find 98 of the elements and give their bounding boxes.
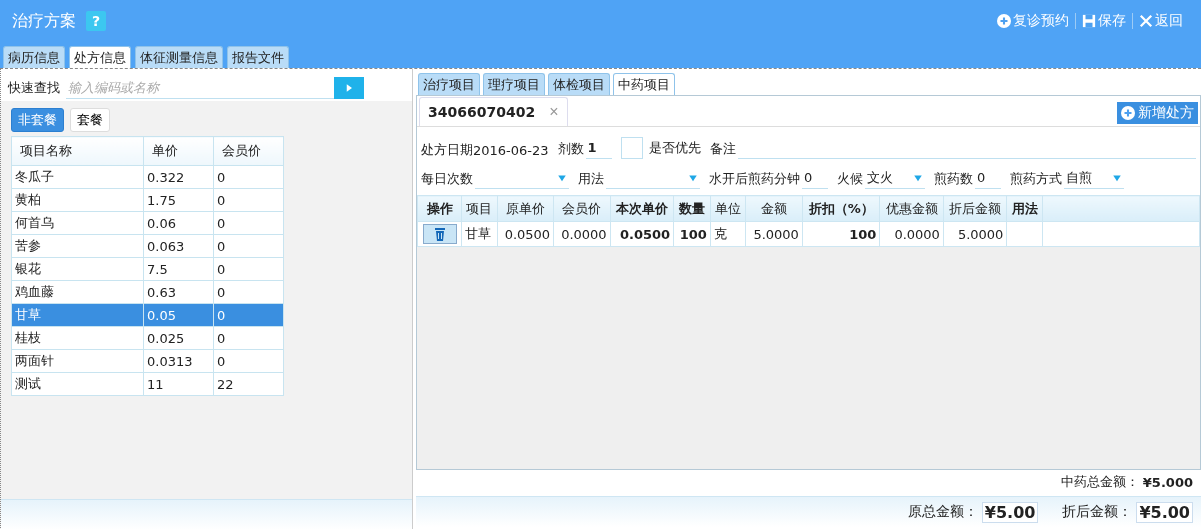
total-label: 中药总金额： — [1060, 473, 1139, 491]
table-cell[interactable]: 22 — [213, 372, 284, 396]
field-label: 煎药方式 — [1010, 169, 1062, 188]
table-cell: 100 — [802, 221, 880, 247]
column-header: 折扣（%） — [802, 195, 880, 222]
tab[interactable]: 体检项目 — [548, 73, 610, 95]
column-header: 会员价 — [213, 136, 284, 166]
table-cell[interactable]: 测试 — [11, 372, 144, 396]
column-header: 用法 — [1006, 195, 1043, 222]
table-cell[interactable]: 0 — [213, 326, 284, 350]
search-button[interactable] — [334, 77, 364, 99]
window-title: 治疗方案 — [12, 10, 76, 32]
table-cell: 5.0000 — [943, 221, 1007, 247]
field-label: 处方日期 — [421, 141, 473, 159]
tab[interactable]: 治疗项目 — [418, 73, 480, 95]
prescription-tab[interactable]: 34066070402 — [428, 104, 536, 120]
input-field[interactable]: 0 — [975, 168, 1001, 189]
table-cell[interactable]: 两面针 — [11, 349, 144, 373]
search-field[interactable]: 输入编码或名称 — [66, 77, 334, 99]
close-icon — [1139, 14, 1153, 28]
field-label: 煎药数 — [934, 169, 973, 188]
column-header: 优惠金额 — [879, 195, 944, 222]
table-cell: 0.0500 — [610, 221, 674, 247]
table-cell[interactable]: 鸡血藤 — [11, 280, 144, 304]
table-cell[interactable]: 0.063 — [143, 234, 214, 258]
table-cell[interactable]: 0.322 — [143, 165, 214, 189]
column-header: 数量 — [673, 195, 711, 222]
column-header: 金额 — [745, 195, 803, 222]
tab[interactable]: 处方信息 — [69, 46, 131, 68]
field-label: 备注 — [709, 139, 736, 158]
column-header: 项目名称 — [11, 136, 144, 166]
column-header: 项目 — [461, 195, 498, 222]
total-value: ¥5.000 — [1142, 474, 1193, 490]
column-header: 会员价 — [553, 195, 611, 222]
table-cell: 甘草 — [461, 221, 498, 247]
table-cell[interactable]: 7.5 — [143, 257, 214, 281]
table-cell[interactable]: 0 — [213, 234, 284, 258]
field-label: 用法 — [578, 169, 604, 188]
total-value: ¥5.00 — [1136, 501, 1193, 523]
column-header: 单价 — [143, 136, 214, 166]
table-cell[interactable]: 0 — [213, 280, 284, 304]
table-cell[interactable]: 0 — [213, 165, 284, 189]
tab[interactable]: 中药项目 — [613, 73, 675, 95]
column-header: 单位 — [710, 195, 746, 222]
field-label: 剂数 — [557, 139, 584, 158]
caret-icon — [1112, 173, 1122, 183]
table-cell[interactable]: 0 — [213, 257, 284, 281]
input-field[interactable]: 0 — [802, 168, 828, 189]
table-cell[interactable]: 0.025 — [143, 326, 214, 350]
tab[interactable]: 报告文件 — [227, 46, 289, 68]
total-label: 原总金额： — [907, 503, 978, 521]
checkbox[interactable] — [620, 137, 643, 159]
table-cell: 0.0000 — [879, 221, 944, 247]
caret-icon — [913, 173, 923, 183]
table-cell[interactable]: 0.0313 — [143, 349, 214, 373]
column-header: 折后金额 — [943, 195, 1007, 222]
total-value: ¥5.00 — [981, 501, 1039, 523]
table-cell[interactable]: 银花 — [11, 257, 144, 281]
table-cell[interactable]: 11 — [143, 372, 214, 396]
search-label: 快速查找 — [8, 79, 60, 97]
plus-circle-icon — [997, 14, 1011, 28]
tab[interactable]: 理疗项目 — [483, 73, 545, 95]
delete-button[interactable] — [422, 224, 457, 244]
column-header: 操作 — [417, 195, 462, 222]
table-cell[interactable]: 0.63 — [143, 280, 214, 304]
table-cell[interactable]: 0.06 — [143, 211, 214, 235]
table-cell[interactable]: 0 — [213, 349, 284, 373]
table-cell[interactable]: 冬瓜子 — [11, 165, 144, 189]
column-header: 本次单价 — [610, 195, 674, 222]
field-label: 水开后煎药分钟 — [709, 169, 800, 188]
total-label: 折后金额： — [1062, 503, 1133, 521]
table-cell: 100 — [673, 221, 711, 247]
tab[interactable]: 体征测量信息 — [135, 46, 223, 68]
package-tab[interactable]: 套餐 — [70, 108, 110, 132]
table-cell: 0.0500 — [497, 221, 554, 247]
table-cell: 5.0000 — [745, 221, 803, 247]
date-value: 2016-06-23 — [473, 142, 549, 158]
save-icon — [1082, 14, 1096, 28]
table-cell[interactable]: 黄柏 — [11, 188, 144, 212]
caret-icon — [557, 173, 567, 183]
table-cell[interactable]: 何首乌 — [11, 211, 144, 235]
column-header: 原单价 — [497, 195, 554, 222]
field-label: 每日次数 — [421, 169, 473, 188]
plus-circle-icon — [1121, 106, 1135, 120]
table-cell[interactable]: 0 — [213, 188, 284, 212]
caret-icon — [688, 173, 698, 183]
field-label: 是否优先 — [648, 139, 701, 157]
table-cell[interactable]: 0 — [213, 211, 284, 235]
tab[interactable]: 病历信息 — [3, 46, 65, 68]
table-cell: 0.0000 — [553, 221, 611, 247]
table-cell[interactable]: 苦参 — [11, 234, 144, 258]
table-cell[interactable]: 桂枝 — [11, 326, 144, 350]
dropdown[interactable]: 自煎 — [1064, 168, 1124, 189]
table-cell: 克 — [710, 221, 746, 247]
input-field[interactable]: 1 — [585, 138, 612, 159]
table-cell[interactable]: 1.75 — [143, 188, 214, 212]
field-label: 火候 — [837, 169, 863, 188]
dropdown[interactable]: 文火 — [865, 168, 925, 189]
